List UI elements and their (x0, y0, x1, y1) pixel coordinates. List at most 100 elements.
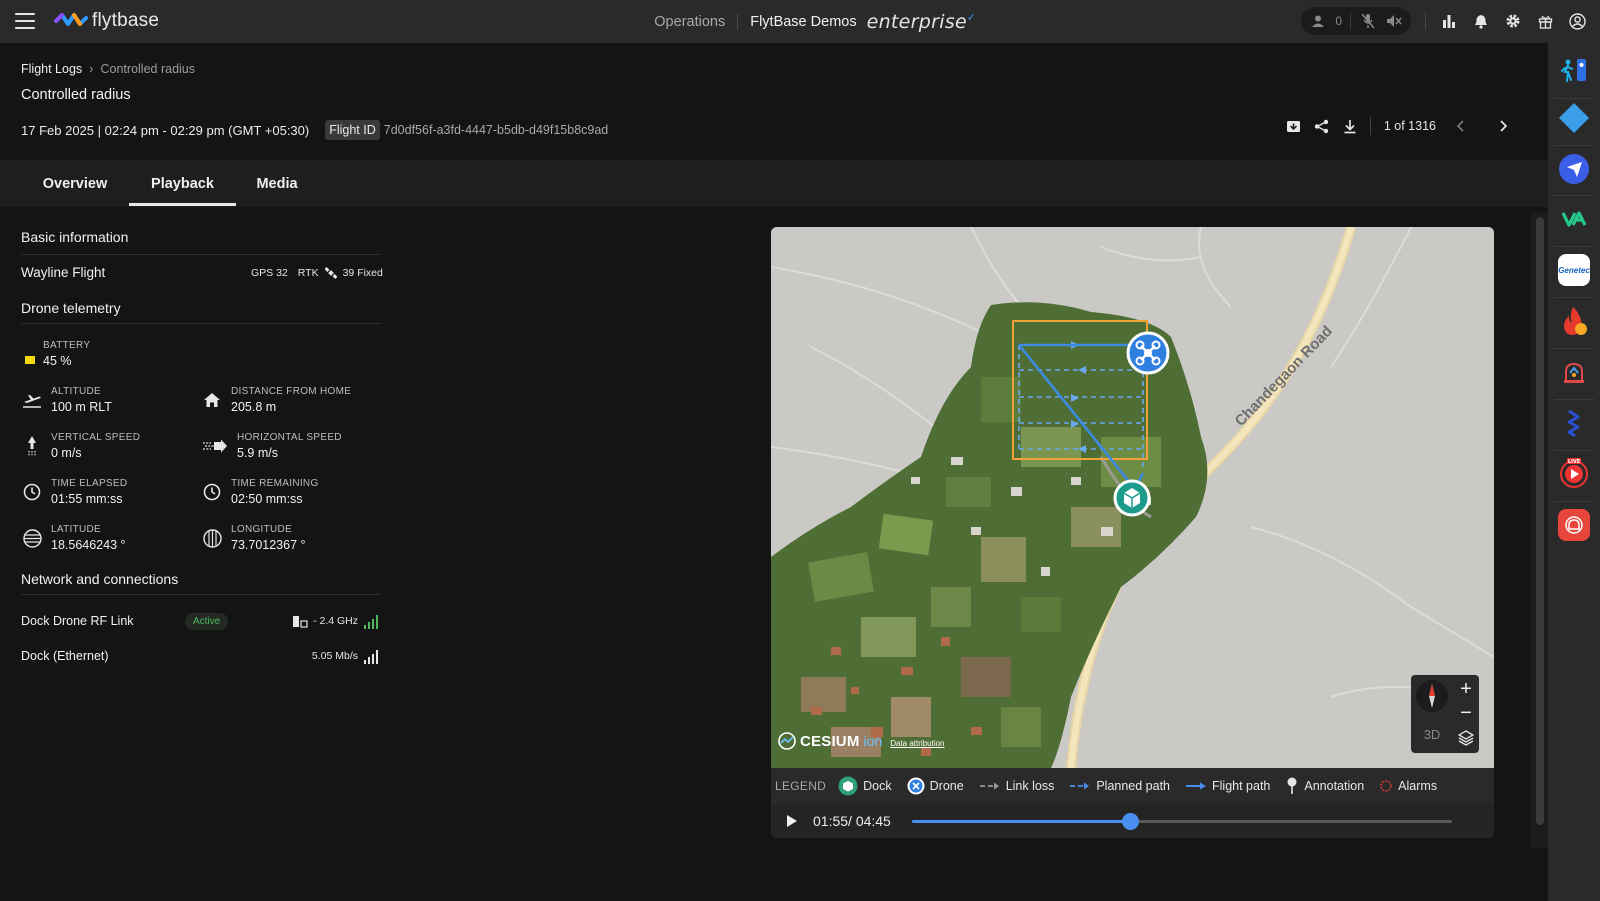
previous-log-icon[interactable] (1452, 117, 1470, 135)
dock-divider (1554, 399, 1594, 400)
cesium-logo-icon (778, 732, 796, 750)
app-signal[interactable] (1558, 407, 1590, 439)
planned-path-legend-icon (1070, 782, 1090, 790)
playback-time: 01:55/ 04:45 (813, 813, 891, 829)
legend-alarms: Alarms (1379, 779, 1437, 793)
legend-planned-path-label: Planned path (1096, 779, 1171, 793)
data-attribution-link[interactable]: Data attribution (890, 739, 944, 748)
app-direction[interactable] (1558, 153, 1590, 185)
longitude-label: LONGITUDE (231, 524, 293, 535)
breadcrumb-chevron-icon: › (89, 61, 94, 76)
account-icon[interactable] (1568, 12, 1586, 30)
alarm-legend-icon (1380, 780, 1392, 792)
person-tracking-icon (1561, 59, 1586, 82)
cesium-brand: CESIUM (800, 732, 860, 750)
time-remaining-value: 02:50 mm:ss (231, 492, 303, 506)
flight-map[interactable]: Chandegaon Road CESIUM ion Data attribut… (771, 227, 1494, 768)
user-count: 0 (1335, 14, 1342, 28)
app-va[interactable] (1558, 203, 1590, 235)
top-bar: flytbase Operations FlytBase Demos enter… (0, 0, 1600, 43)
playback-progress (912, 820, 1130, 823)
mic-off-icon[interactable] (1359, 12, 1377, 30)
battery-level-indicator (25, 356, 35, 364)
download-icon[interactable] (1341, 117, 1359, 135)
nav-operations[interactable]: Operations (654, 13, 739, 30)
speaker-off-icon[interactable] (1385, 12, 1403, 30)
battery-value: 45 % (43, 354, 72, 368)
longitude-icon (201, 527, 223, 549)
emergency-icon (1565, 516, 1583, 534)
link-loss-legend-icon (979, 782, 999, 790)
legend-alarms-label: Alarms (1398, 779, 1438, 793)
app-alert[interactable] (1558, 356, 1590, 388)
layers-icon[interactable] (1455, 727, 1477, 749)
dock-divider (1554, 145, 1594, 146)
bell-icon[interactable] (1472, 12, 1490, 30)
flight-id-value: 7d0df56f-a3fd-4447-b5db-d49f15b8c9ad (383, 123, 609, 137)
tab-playback[interactable]: Playback (129, 160, 236, 207)
network-title: Network and connections (21, 571, 179, 587)
presence-pill[interactable]: 0 (1301, 7, 1411, 35)
app-live-stream[interactable]: LIVE (1558, 457, 1590, 489)
legend-dock-label: Dock (863, 779, 892, 793)
rf-link-details: - 2.4 GHz (292, 614, 381, 629)
dock-divider (1554, 98, 1594, 99)
dock-drone-icon (293, 616, 308, 628)
breadcrumb-flight-logs[interactable]: Flight Logs (21, 62, 82, 76)
altitude-stat: ALTITUDE 100 m RLT (21, 386, 112, 414)
latitude-stat: LATITUDE 18.5646243 ° (21, 524, 126, 552)
app-diamond[interactable] (1558, 102, 1590, 134)
3d-toggle[interactable]: 3D (1413, 723, 1451, 745)
satellite-icon (324, 267, 337, 279)
gps-status: GPS 32 RTK 39 Fixed (251, 267, 383, 279)
analytics-icon[interactable] (1440, 12, 1458, 30)
legend-link-loss-label: Link loss (1005, 779, 1055, 793)
time-remaining-stat: TIME REMAINING 02:50 mm:ss (201, 478, 319, 506)
rtk-value: 39 Fixed (342, 267, 383, 279)
longitude-stat: LONGITUDE 73.7012367 ° (201, 524, 306, 552)
flight-datetime: 17 Feb 2025 | 02:24 pm - 02:29 pm (GMT +… (21, 122, 310, 138)
page-title: Controlled radius (21, 87, 131, 103)
ethernet-name: Dock (Ethernet) (21, 649, 109, 663)
legend-link-loss: Link loss (979, 779, 1055, 793)
gift-icon[interactable] (1536, 12, 1554, 30)
cesium-ion: ion (863, 733, 883, 749)
app-genetec[interactable]: Genetec (1558, 254, 1590, 286)
tab-media[interactable]: Media (236, 160, 318, 207)
map-legend: LEGEND Dock Drone Link loss Planned path… (771, 768, 1494, 804)
legend-drone: Drone (907, 777, 964, 795)
playback-track[interactable] (912, 813, 1452, 830)
org-name[interactable]: FlytBase Demos (738, 14, 856, 30)
app-person-tracking[interactable] (1558, 54, 1590, 86)
latitude-value: 18.5646243 ° (51, 538, 126, 552)
scrollbar[interactable] (1536, 217, 1544, 825)
playback-handle[interactable] (1121, 813, 1139, 830)
gear-icon[interactable] (1504, 12, 1522, 30)
topbar-divider (1425, 12, 1426, 30)
ethernet-speed: 5.05 Mb/s (311, 650, 358, 662)
time-remaining-label: TIME REMAINING (231, 478, 319, 489)
app-emergency[interactable] (1558, 509, 1590, 541)
clock-icon (201, 481, 223, 503)
basic-info-title: Basic information (21, 229, 129, 245)
breadcrumb-current: Controlled radius (100, 61, 196, 76)
compass-icon[interactable] (1413, 677, 1451, 715)
legend-flight-path-label: Flight path (1212, 779, 1271, 793)
log-pager: 1 of 1316 (1383, 119, 1436, 133)
dock-divider (1554, 297, 1594, 298)
genetec-icon: Genetec (1558, 265, 1590, 275)
alert-app-icon (1564, 362, 1584, 383)
map-canvas: Chandegaon Road (771, 227, 1494, 768)
next-log-icon[interactable] (1494, 117, 1512, 135)
archive-icon[interactable] (1285, 117, 1303, 135)
dock-marker-icon (1113, 479, 1151, 517)
zoom-out-icon[interactable]: − (1455, 702, 1477, 724)
tab-overview[interactable]: Overview (20, 160, 130, 207)
zoom-in-icon[interactable]: + (1455, 678, 1477, 700)
edition-mark-icon: ✓ (967, 12, 976, 24)
ethernet-row: Dock (Ethernet) 5.05 Mb/s (21, 645, 381, 667)
play-icon[interactable] (786, 813, 802, 829)
share-icon[interactable] (1313, 117, 1331, 135)
horizontal-speed-value: 5.9 m/s (237, 446, 278, 460)
app-fire[interactable] (1558, 305, 1590, 337)
